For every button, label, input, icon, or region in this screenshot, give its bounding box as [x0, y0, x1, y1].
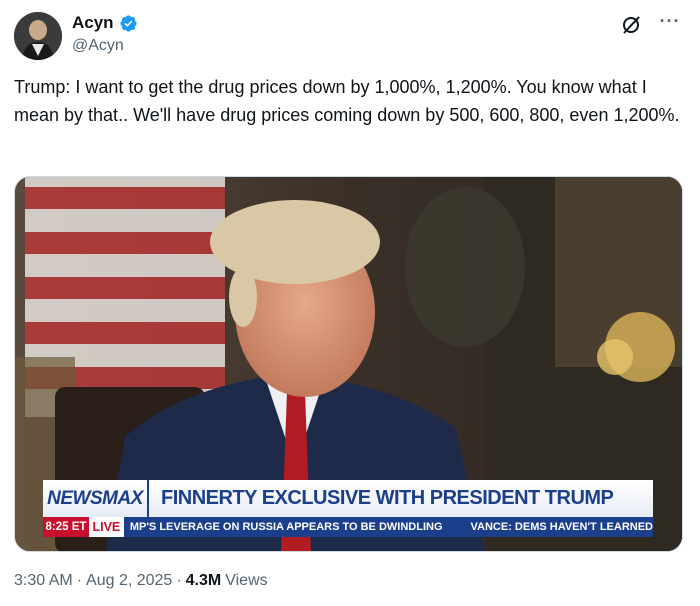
author-info: Acyn @Acyn [72, 12, 138, 55]
avatar[interactable] [14, 12, 62, 60]
news-chyron: NEWSMAX FINNERTY EXCLUSIVE WITH PRESIDEN… [43, 480, 653, 517]
ticker-item: MP'S LEVERAGE ON RUSSIA APPEARS TO BE DW… [129, 521, 443, 533]
grok-icon[interactable] [620, 14, 642, 36]
chyron-headline: FINNERTY EXCLUSIVE WITH PRESIDENT TRUMP [161, 487, 614, 509]
display-name[interactable]: Acyn [72, 13, 114, 33]
views-count[interactable]: 4.3M [186, 572, 222, 590]
live-badge: LIVE [88, 517, 124, 537]
tweet-text: Trump: I want to get the drug prices dow… [14, 77, 680, 125]
more-options-icon[interactable]: ··· [658, 12, 682, 36]
video-media[interactable]: NEWSMAX FINNERTY EXCLUSIVE WITH PRESIDEN… [14, 176, 683, 552]
network-logo: NEWSMAX [43, 480, 149, 517]
verified-badge-icon[interactable] [119, 14, 138, 33]
ticker-time: 8:25 ET [43, 517, 89, 537]
ticker-item: VANCE: DEMS HAVEN'T LEARNED [470, 521, 654, 533]
handle[interactable]: @Acyn [72, 37, 138, 55]
news-ticker: 8:25 ET LIVE MP'S LEVERAGE ON RUSSIA APP… [43, 517, 653, 537]
tweet-header: Acyn @Acyn ··· [14, 10, 686, 60]
tweet-date[interactable]: Aug 2, 2025 [86, 572, 172, 590]
separator: · [76, 572, 83, 589]
separator: · [176, 572, 182, 589]
views-label: Views [225, 572, 268, 589]
tweet-meta: 3:30 AM · Aug 2, 2025 · 4.3M Views [14, 572, 268, 590]
tweet-time[interactable]: 3:30 AM [14, 572, 73, 590]
